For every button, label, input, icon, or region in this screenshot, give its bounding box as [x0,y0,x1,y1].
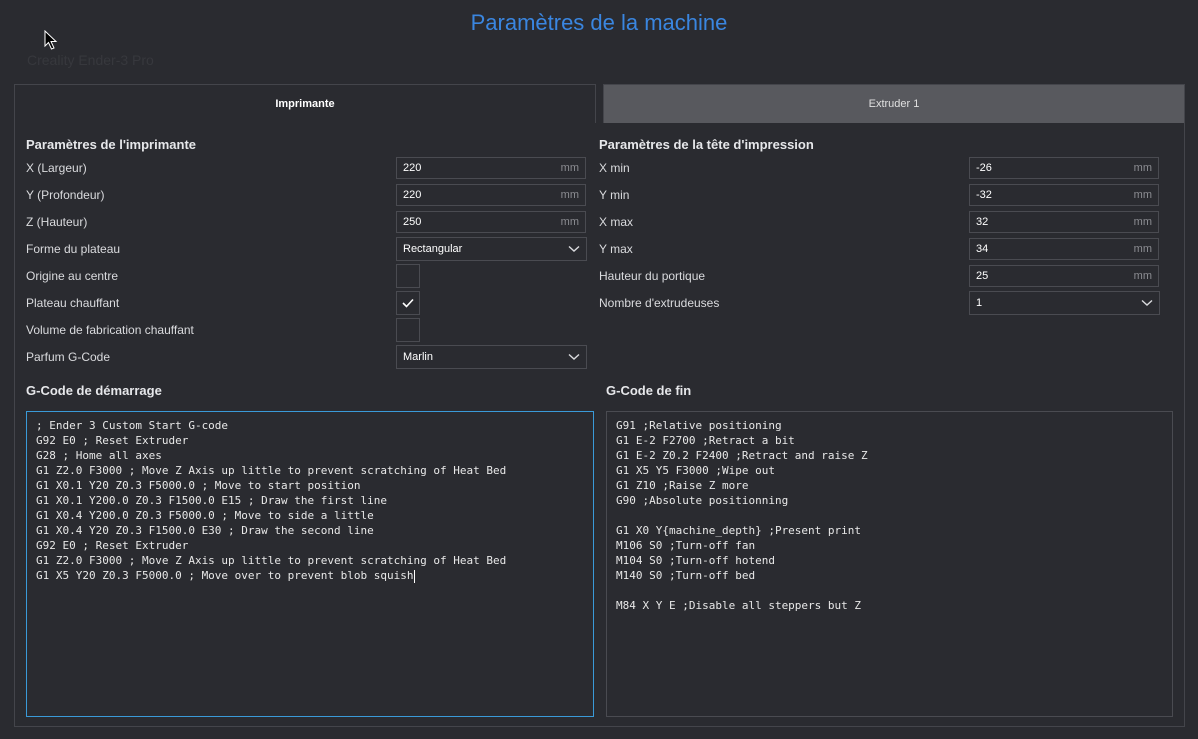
printhead-settings-title: Paramètres de la tête d'impression [599,137,814,152]
x-width-unit: mm [560,162,579,174]
x-max-input[interactable]: 32 mm [969,211,1159,233]
gantry-height-label: Hauteur du portique [599,269,706,283]
bed-shape-select[interactable]: Rectangular [396,237,587,261]
y-depth-unit: mm [560,189,579,201]
extruder-count-select[interactable]: 1 [969,291,1160,315]
gantry-height-value: 25 [976,270,989,282]
y-depth-value: 220 [403,189,422,201]
z-height-unit: mm [560,216,579,228]
z-height-value: 250 [403,216,422,228]
printer-settings-title: Paramètres de l'imprimante [26,137,196,152]
start-gcode-editor[interactable]: ; Ender 3 Custom Start G-code G92 E0 ; R… [26,411,594,717]
chevron-down-icon [568,245,580,252]
x-width-value: 220 [403,162,422,174]
x-max-unit: mm [1133,216,1152,228]
z-height-input[interactable]: 250 mm [396,211,586,233]
z-height-label: Z (Hauteur) [26,215,88,229]
x-width-input[interactable]: 220 mm [396,157,586,179]
bed-shape-label: Forme du plateau [26,242,121,256]
x-width-label: X (Largeur) [26,161,87,175]
origin-center-checkbox[interactable] [396,264,420,288]
y-min-input[interactable]: -32 mm [969,184,1159,206]
start-gcode-text: ; Ender 3 Custom Start G-code G92 E0 ; R… [36,419,507,582]
x-max-value: 32 [976,216,989,228]
y-max-unit: mm [1133,243,1152,255]
machine-name-label: Creality Ender-3 Pro [27,52,154,68]
y-depth-label: Y (Profondeur) [26,188,105,202]
gcode-flavor-select[interactable]: Marlin [396,345,587,369]
y-max-label: Y max [599,242,633,256]
y-max-input[interactable]: 34 mm [969,238,1159,260]
x-min-value: -26 [976,162,992,174]
heated-volume-checkbox[interactable] [396,318,420,342]
chevron-down-icon [568,353,580,360]
tab-printer[interactable]: Imprimante [14,84,596,123]
check-icon [402,298,414,308]
x-min-unit: mm [1133,162,1152,174]
y-min-value: -32 [976,189,992,201]
gcode-flavor-value: Marlin [403,351,433,363]
x-min-label: X min [599,161,630,175]
y-min-unit: mm [1133,189,1152,201]
end-gcode-editor[interactable]: G91 ;Relative positioning G1 E-2 F2700 ;… [606,411,1173,717]
bed-shape-value: Rectangular [403,243,463,255]
heated-volume-label: Volume de fabrication chauffant [26,323,194,337]
x-max-label: X max [599,215,634,229]
gcode-flavor-label: Parfum G-Code [26,350,111,364]
y-max-value: 34 [976,243,989,255]
chevron-down-icon [1141,299,1153,306]
gantry-height-input[interactable]: 25 mm [969,265,1159,287]
gantry-height-unit: mm [1133,270,1152,282]
heated-bed-label: Plateau chauffant [26,296,120,310]
y-depth-input[interactable]: 220 mm [396,184,586,206]
start-gcode-title: G-Code de démarrage [26,383,162,398]
mouse-cursor-icon [44,30,58,50]
extruder-count-label: Nombre d'extrudeuses [599,296,720,310]
extruder-count-value: 1 [976,297,983,309]
origin-center-label: Origine au centre [26,269,119,283]
tab-extruder-1[interactable]: Extruder 1 [603,84,1185,123]
heated-bed-checkbox[interactable] [396,291,420,315]
x-min-input[interactable]: -26 mm [969,157,1159,179]
y-min-label: Y min [599,188,630,202]
dialog-title: Paramètres de la machine [470,10,728,35]
text-caret [413,569,415,583]
end-gcode-title: G-Code de fin [606,383,692,398]
end-gcode-text: G91 ;Relative positioning G1 E-2 F2700 ;… [616,419,868,612]
